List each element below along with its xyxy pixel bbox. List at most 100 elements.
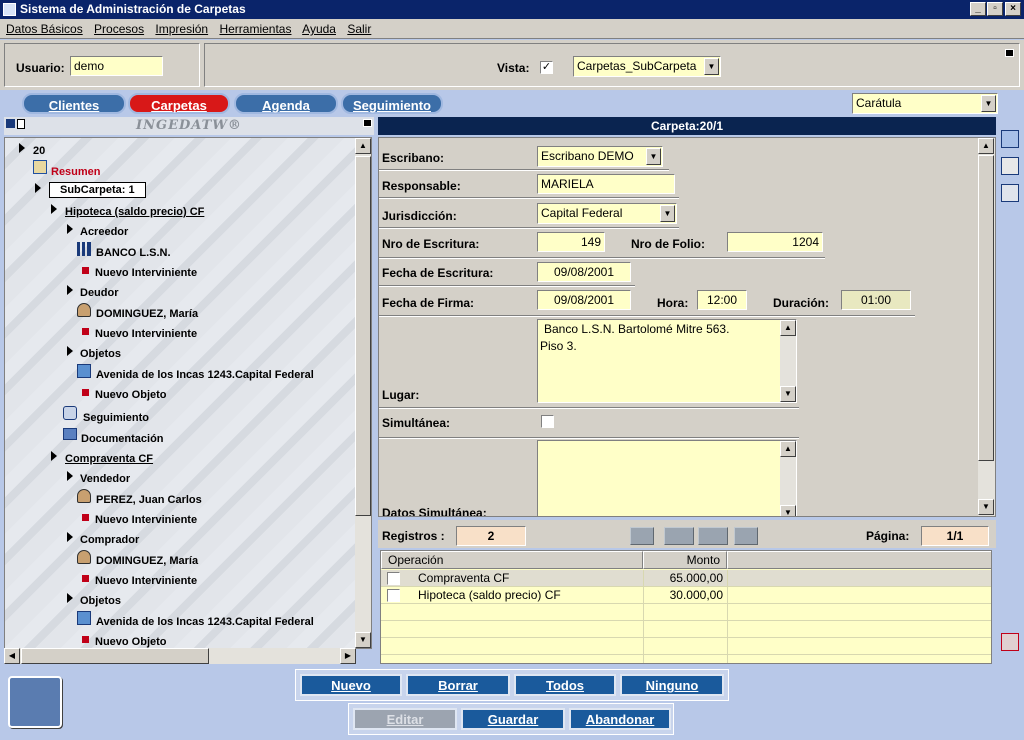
- form-vscroll-thumb[interactable]: [978, 155, 994, 461]
- page-icon[interactable]: [17, 119, 25, 129]
- table-row[interactable]: Compraventa CF 65.000,00: [381, 570, 991, 587]
- menu-ayuda[interactable]: Ayuda: [302, 22, 336, 36]
- todos-button[interactable]: Todos: [514, 674, 616, 696]
- scroll-up-icon[interactable]: ▲: [355, 138, 371, 154]
- prev-page-icon[interactable]: [664, 527, 694, 545]
- tree-nuevo-objeto-2[interactable]: Nuevo Objeto: [95, 635, 167, 648]
- restore-button[interactable]: ▫: [987, 2, 1003, 16]
- tree-deudor[interactable]: Deudor: [80, 286, 119, 300]
- tree-comprador[interactable]: Comprador: [80, 533, 139, 547]
- corner-icon[interactable]: [1005, 49, 1014, 57]
- expander-icon[interactable]: [67, 471, 73, 481]
- escribano-select[interactable]: Escribano DEMO ▼: [537, 146, 663, 167]
- tree-nuevo-interviniente-1[interactable]: Nuevo Interviniente: [95, 266, 197, 280]
- lugar-textarea[interactable]: Banco L.S.N. Bartolomé Mitre 563. Piso 3…: [537, 319, 797, 403]
- tree-nuevo-objeto-1[interactable]: Nuevo Objeto: [95, 388, 167, 402]
- borrar-button[interactable]: Borrar: [406, 674, 510, 696]
- scroll-down-icon[interactable]: ▼: [978, 499, 994, 515]
- tree-hscrollbar[interactable]: ◀ ▶: [4, 648, 356, 664]
- ninguno-button[interactable]: Ninguno: [620, 674, 724, 696]
- nro-escritura-field[interactable]: 149: [537, 232, 605, 252]
- menu-datos-basicos[interactable]: Datos Básicos: [6, 22, 83, 36]
- calculator-icon[interactable]: [1001, 130, 1019, 148]
- row-checkbox[interactable]: [387, 589, 400, 602]
- expander-icon[interactable]: [35, 183, 41, 193]
- calendar-icon[interactable]: [1001, 184, 1019, 202]
- scroll-up-icon[interactable]: ▲: [978, 138, 994, 154]
- minimize-button[interactable]: _: [970, 2, 986, 16]
- scroll-up-icon[interactable]: ▲: [780, 441, 796, 457]
- next-page-icon[interactable]: [698, 527, 728, 545]
- expander-icon[interactable]: [19, 143, 25, 153]
- scroll-down-icon[interactable]: ▼: [780, 386, 796, 402]
- expander-icon[interactable]: [67, 346, 73, 356]
- expand-icon[interactable]: [6, 119, 15, 128]
- tab-agenda[interactable]: Agenda: [234, 93, 338, 114]
- scroll-right-icon[interactable]: ▶: [340, 648, 356, 664]
- simultanea-checkbox[interactable]: [541, 415, 554, 428]
- scroll-left-icon[interactable]: ◀: [4, 648, 20, 664]
- fecha-escritura-field[interactable]: 09/08/2001: [537, 262, 631, 282]
- nro-folio-field[interactable]: 1204: [727, 232, 823, 252]
- expander-icon[interactable]: [51, 451, 57, 461]
- datos-simultanea-textarea[interactable]: ▲ ▼: [537, 440, 797, 516]
- tab-carpetas[interactable]: Carpetas: [128, 93, 230, 114]
- usuario-field[interactable]: demo: [70, 56, 163, 76]
- tree-objetos-1[interactable]: Objetos: [80, 347, 121, 361]
- tree-acreedor[interactable]: Acreedor: [80, 225, 128, 239]
- first-record-icon[interactable]: [630, 527, 654, 545]
- tree-resumen[interactable]: Resumen: [51, 165, 101, 179]
- tree-seguimiento[interactable]: Seguimiento: [83, 411, 149, 425]
- tree-vscroll-thumb[interactable]: [355, 156, 371, 516]
- fecha-firma-field[interactable]: 09/08/2001: [537, 290, 631, 310]
- tree-avenida-1[interactable]: Avenida de los Incas 1243.Capital Federa…: [96, 368, 314, 382]
- tab-seguimiento[interactable]: Seguimiento: [341, 93, 443, 114]
- caratula-select[interactable]: Carátula ▼: [852, 93, 998, 114]
- expander-icon[interactable]: [51, 204, 57, 214]
- expander-icon[interactable]: [67, 593, 73, 603]
- scroll-down-icon[interactable]: ▼: [355, 632, 371, 648]
- scroll-up-icon[interactable]: ▲: [780, 320, 796, 336]
- menu-herramientas[interactable]: Herramientas: [219, 22, 291, 36]
- tab-clientes[interactable]: Clientes: [22, 93, 126, 114]
- tree-vscrollbar[interactable]: ▲ ▼: [355, 138, 371, 648]
- tree-subcarpeta[interactable]: SubCarpeta: 1: [49, 182, 146, 198]
- tree-vendedor[interactable]: Vendedor: [80, 472, 130, 486]
- tree-dominguez-2[interactable]: DOMINGUEZ, María: [96, 554, 198, 568]
- tree-avenida-2[interactable]: Avenida de los Incas 1243.Capital Federa…: [96, 615, 314, 629]
- jurisdiccion-select[interactable]: Capital Federal ▼: [537, 203, 677, 224]
- tree-objetos-2[interactable]: Objetos: [80, 594, 121, 608]
- tree-nuevo-interviniente-3[interactable]: Nuevo Interviniente: [95, 513, 197, 527]
- tree-banco[interactable]: BANCO L.S.N.: [96, 246, 171, 260]
- responsable-field[interactable]: MARIELA: [537, 174, 675, 194]
- panel-corner-icon[interactable]: [363, 119, 372, 127]
- expander-icon[interactable]: [67, 224, 73, 234]
- expander-icon[interactable]: [67, 285, 73, 295]
- menu-impresion[interactable]: Impresión: [155, 22, 208, 36]
- column-header-operacion[interactable]: Operación: [381, 551, 643, 569]
- lugar-scrollbar[interactable]: ▲ ▼: [780, 320, 796, 402]
- hora-field[interactable]: 12:00: [697, 290, 747, 310]
- nuevo-button[interactable]: Nuevo: [300, 674, 402, 696]
- notes-icon[interactable]: [1001, 157, 1019, 175]
- expander-icon[interactable]: [67, 532, 73, 542]
- tree-hscroll-thumb[interactable]: [21, 648, 209, 664]
- simultanea-scrollbar[interactable]: ▲ ▼: [780, 441, 796, 516]
- vista-checkbox[interactable]: ✓: [540, 61, 553, 74]
- last-record-icon[interactable]: [734, 527, 758, 545]
- guardar-button[interactable]: Guardar: [461, 708, 565, 730]
- close-button[interactable]: ×: [1005, 2, 1021, 16]
- menu-salir[interactable]: Salir: [347, 22, 371, 36]
- tree-nuevo-interviniente-2[interactable]: Nuevo Interviniente: [95, 327, 197, 341]
- tree-dominguez-1[interactable]: DOMINGUEZ, María: [96, 307, 198, 321]
- scroll-down-icon[interactable]: ▼: [780, 505, 796, 516]
- tree-perez[interactable]: PEREZ, Juan Carlos: [96, 493, 202, 507]
- tree-nuevo-interviniente-4[interactable]: Nuevo Interviniente: [95, 574, 197, 588]
- tree-documentacion[interactable]: Documentación: [81, 432, 164, 446]
- vista-select[interactable]: Carpetas_SubCarpeta ▼: [573, 56, 721, 77]
- column-header-monto[interactable]: Monto: [643, 551, 727, 569]
- abandonar-button[interactable]: Abandonar: [569, 708, 671, 730]
- tree-hipoteca[interactable]: Hipoteca (saldo precio) CF: [65, 205, 204, 219]
- tree-compraventa[interactable]: Compraventa CF: [65, 452, 153, 466]
- menu-procesos[interactable]: Procesos: [94, 22, 144, 36]
